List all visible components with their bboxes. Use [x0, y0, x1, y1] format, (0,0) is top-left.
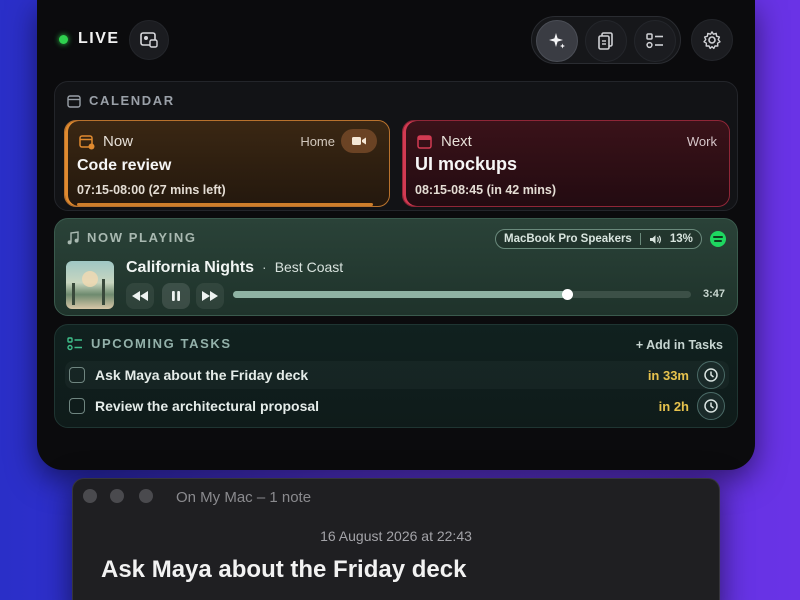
track-separator: ·: [262, 259, 267, 275]
pause-button[interactable]: [162, 283, 190, 309]
note-date: 16 August 2026 at 22:43: [320, 528, 472, 544]
track-artist: Best Coast: [274, 259, 344, 275]
calendar-clock-icon: [79, 134, 95, 149]
album-art-sun: [82, 271, 98, 287]
settings-button[interactable]: [691, 19, 733, 61]
video-camera-icon: [352, 137, 366, 145]
clipboard-icon: [598, 32, 613, 50]
task-list-icon: [67, 336, 82, 350]
next-track-button[interactable]: [196, 283, 224, 309]
clock-icon: [704, 368, 718, 382]
speaker-icon: [649, 234, 661, 244]
now-playing-header: NOW PLAYING: [67, 230, 197, 245]
event-calendar-tag: Work: [686, 134, 717, 149]
previous-track-button[interactable]: [126, 283, 154, 309]
add-in-tasks-button[interactable]: + Add in Tasks: [636, 338, 723, 352]
playback-scrubber-handle[interactable]: [562, 289, 574, 300]
notes-window-title: On My Mac – 1 note: [176, 489, 312, 506]
media-button[interactable]: [129, 20, 169, 60]
task-reminder-button[interactable]: [697, 392, 725, 420]
event-progress-bar: [77, 203, 373, 206]
album-artwork: [66, 261, 114, 309]
album-art-palm: [72, 283, 75, 305]
window-zoom-button[interactable]: [139, 489, 153, 503]
task-text: Review the architectural proposal: [95, 398, 320, 414]
event-calendar-tag: Home: [300, 134, 335, 149]
track-info: California Nights · Best Coast: [126, 259, 343, 277]
spotify-icon[interactable]: [710, 231, 726, 247]
top-bar: LIVE: [37, 0, 755, 80]
notes-window: On My Mac – 1 note 16 August 2026 at 22:…: [72, 478, 720, 600]
task-checkbox[interactable]: [69, 398, 85, 414]
calendar-event-next[interactable]: Next Work UI mockups 08:15-08:45 (in 42 …: [402, 120, 730, 207]
pill-divider: [639, 233, 641, 245]
tasks-view-button[interactable]: [634, 20, 676, 62]
clock-icon: [704, 399, 718, 413]
gear-icon: [703, 31, 721, 50]
audio-output-pill[interactable]: MacBook Pro Speakers 13%: [495, 229, 702, 249]
window-minimize-button[interactable]: [110, 489, 124, 503]
event-time: 08:15-08:45 (in 42 mins): [415, 183, 557, 197]
sparkle-icon: [549, 33, 565, 49]
track-title: California Nights: [126, 259, 255, 276]
volume-level: 13%: [669, 233, 693, 245]
rewind-icon: [132, 291, 148, 301]
output-device-label: MacBook Pro Speakers: [504, 233, 632, 245]
live-dashboard-panel: LIVE CALENDAR Now Home Code review 07:15…: [37, 0, 755, 470]
tasks-title: UPCOMING TASKS: [91, 336, 232, 351]
tasks-header: UPCOMING TASKS: [67, 336, 232, 351]
now-playing-title: NOW PLAYING: [87, 230, 197, 245]
event-status: Next: [441, 133, 472, 150]
event-status: Now: [103, 133, 134, 150]
live-indicator-dot: [59, 35, 68, 44]
task-due: in 33m: [647, 368, 689, 383]
event-time: 07:15-08:00 (27 mins left): [77, 183, 226, 197]
calendar-icon: [417, 134, 432, 149]
now-playing-section: NOW PLAYING MacBook Pro Speakers 13% Cal…: [54, 218, 738, 316]
calendar-title: CALENDAR: [89, 93, 175, 108]
live-label: LIVE: [78, 30, 120, 47]
event-status-row: Next: [417, 133, 472, 150]
event-title: UI mockups: [415, 154, 518, 174]
event-status-row: Now: [79, 133, 133, 150]
note-heading[interactable]: Ask Maya about the Friday deck: [101, 556, 466, 584]
media-icon: [140, 32, 158, 48]
task-reminder-button[interactable]: [697, 361, 725, 389]
track-duration: 3:47: [703, 288, 726, 300]
calendar-section: CALENDAR Now Home Code review 07:15-08:0…: [54, 81, 738, 211]
window-close-button[interactable]: [83, 489, 97, 503]
fast-forward-icon: [202, 291, 218, 301]
calendar-event-now[interactable]: Now Home Code review 07:15-08:00 (27 min…: [64, 120, 390, 207]
task-due: in 2h: [658, 399, 689, 414]
task-row[interactable]: Ask Maya about the Friday deck in 33m: [65, 361, 729, 389]
clipboard-view-button[interactable]: [585, 20, 627, 62]
pause-icon: [172, 291, 180, 301]
album-art-palm: [102, 279, 105, 305]
calendar-icon: [67, 94, 81, 108]
playback-progress-fill: [233, 291, 568, 298]
music-note-icon: [67, 230, 79, 244]
task-list-icon: [646, 33, 663, 49]
view-switcher: [531, 16, 681, 64]
upcoming-tasks-section: UPCOMING TASKS + Add in Tasks Ask Maya a…: [54, 324, 738, 428]
task-checkbox[interactable]: [69, 367, 85, 383]
task-row[interactable]: Review the architectural proposal in 2h: [65, 392, 729, 420]
task-text: Ask Maya about the Friday deck: [95, 367, 309, 383]
event-title: Code review: [77, 157, 172, 174]
playback-progress-bar[interactable]: [233, 289, 691, 300]
calendar-header: CALENDAR: [67, 93, 175, 108]
join-video-button[interactable]: [341, 129, 377, 153]
ai-view-button[interactable]: [536, 20, 578, 62]
